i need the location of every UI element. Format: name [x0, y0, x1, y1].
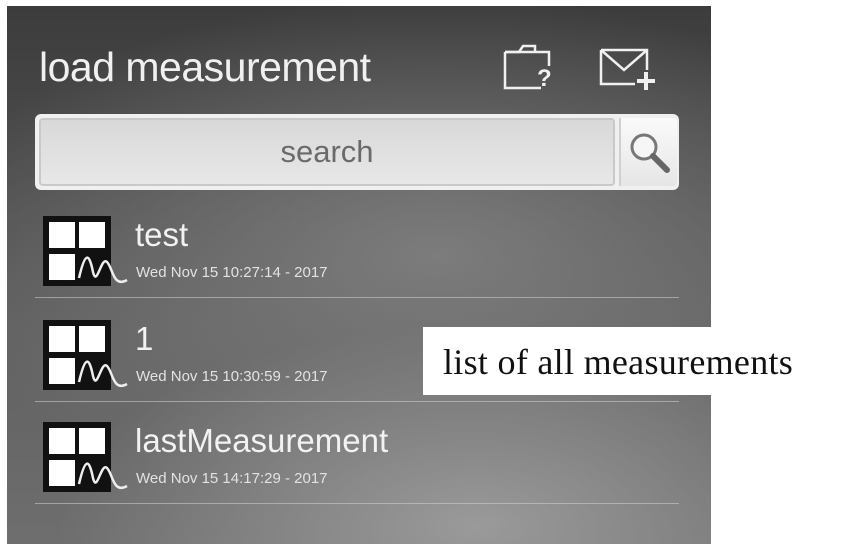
list-item[interactable]: test Wed Nov 15 10:27:14 - 2017: [35, 210, 679, 298]
search-button[interactable]: [619, 118, 677, 186]
search-bar: [35, 114, 679, 190]
divider: [35, 503, 679, 504]
measurement-icon: [41, 212, 141, 292]
annotation-text: list of all measurements: [443, 342, 794, 382]
folder-question-icon[interactable]: ?: [503, 44, 555, 92]
annotation-callout: list of all measurements: [423, 327, 846, 395]
measurement-date: Wed Nov 15 10:27:14 - 2017: [136, 264, 328, 281]
page-title: load measurement: [39, 44, 371, 90]
svg-text:?: ?: [537, 65, 552, 92]
measurement-name: 1: [135, 320, 154, 357]
measurement-date: Wed Nov 15 14:17:29 - 2017: [136, 470, 328, 487]
list-item[interactable]: lastMeasurement Wed Nov 15 14:17:29 - 20…: [35, 416, 679, 504]
mail-add-icon[interactable]: [599, 46, 657, 92]
measurement-icon: [41, 316, 141, 396]
measurement-name: test: [135, 216, 189, 253]
divider: [35, 401, 679, 402]
search-input[interactable]: [39, 118, 615, 186]
divider: [35, 297, 679, 298]
measurement-date: Wed Nov 15 10:30:59 - 2017: [136, 368, 328, 385]
measurement-name: lastMeasurement: [135, 422, 389, 459]
app-screen: load measurement ? search test Wed Nov 1…: [7, 6, 711, 544]
measurement-icon: [41, 418, 141, 498]
